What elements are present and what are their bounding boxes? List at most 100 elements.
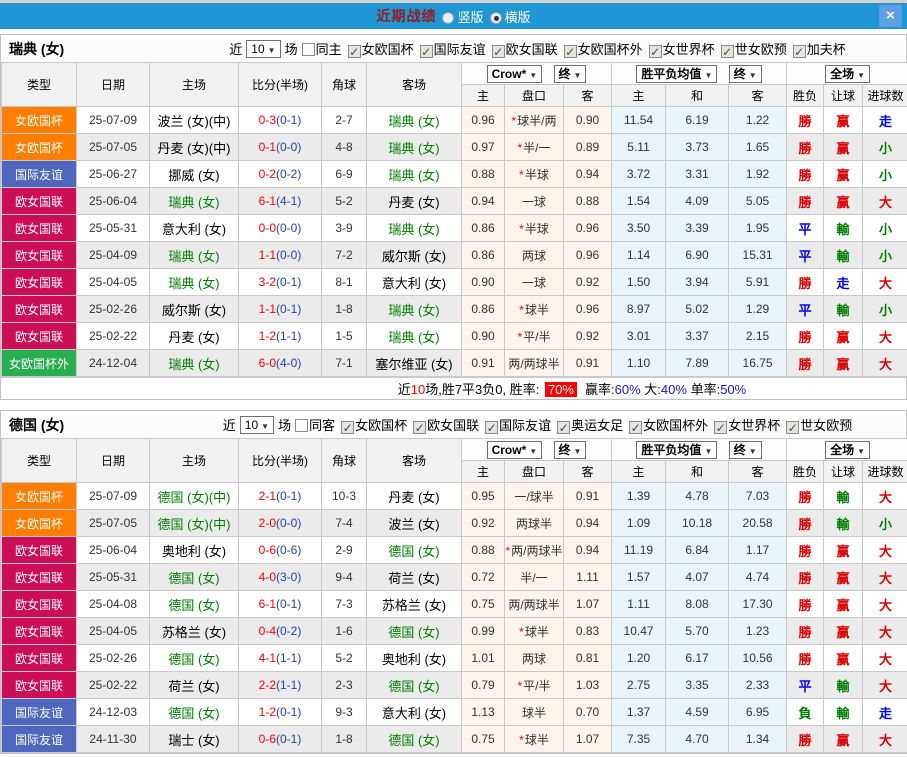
- handicap-away-odds: 0.96: [562, 214, 613, 242]
- home-team-link[interactable]: 德国 (女): [149, 563, 239, 591]
- home-team-link[interactable]: 波兰 (女)(中): [149, 106, 239, 134]
- match-date: 25-02-22: [76, 322, 150, 350]
- layout-option-vertical[interactable]: 竖版: [436, 7, 484, 26]
- away-team-link[interactable]: 丹麦 (女): [366, 187, 462, 215]
- result-handicap: 赢: [823, 160, 864, 188]
- bookmaker-select[interactable]: Crow* ▼: [486, 64, 543, 83]
- score-link[interactable]: 2-1(0-1): [238, 482, 322, 510]
- competition-filter-checkbox[interactable]: ✓ 女世界杯: [645, 42, 715, 58]
- score-link[interactable]: 1-1(0-0): [238, 241, 322, 269]
- away-team-link[interactable]: 瑞典 (女): [366, 322, 462, 350]
- score-link[interactable]: 1-2(1-1): [238, 322, 322, 350]
- away-team-link[interactable]: 德国 (女): [366, 671, 462, 699]
- result-goals: 大: [862, 536, 907, 564]
- away-team-link[interactable]: 意大利 (女): [366, 698, 462, 726]
- match-count-select[interactable]: 10 ▼: [239, 415, 275, 434]
- home-team-link[interactable]: 瑞典 (女): [149, 349, 239, 377]
- away-team-link[interactable]: 德国 (女): [366, 536, 462, 564]
- score-link[interactable]: 1-1(0-1): [238, 295, 322, 323]
- away-team-link[interactable]: 威尔斯 (女): [366, 241, 462, 269]
- score-link[interactable]: 0-3(0-1): [238, 106, 322, 134]
- competition-filter-checkbox[interactable]: ✓ 奥运女足: [553, 418, 623, 434]
- away-team-link[interactable]: 德国 (女): [366, 617, 462, 645]
- score-link[interactable]: 0-1(0-0): [238, 133, 322, 161]
- score-link[interactable]: 2-0(0-0): [238, 509, 322, 537]
- score-link[interactable]: 0-2(0-2): [238, 160, 322, 188]
- result-handicap: 赢: [823, 133, 864, 161]
- same-side-checkbox[interactable]: 同主: [298, 39, 342, 58]
- competition-filter-checkbox[interactable]: ✓ 欧女国联: [488, 42, 558, 58]
- home-team-link[interactable]: 瑞典 (女): [149, 268, 239, 296]
- final-odds-select[interactable]: 终 ▼: [553, 64, 587, 83]
- home-team-link[interactable]: 德国 (女)(中): [149, 509, 239, 537]
- home-team-link[interactable]: 德国 (女)(中): [149, 482, 239, 510]
- away-team-link[interactable]: 瑞典 (女): [366, 214, 462, 242]
- away-team-link[interactable]: 塞尔维亚 (女): [366, 349, 462, 377]
- away-team-link[interactable]: 丹麦 (女): [366, 482, 462, 510]
- away-team-link[interactable]: 意大利 (女): [366, 268, 462, 296]
- fulltime-score: 6-0: [258, 356, 276, 370]
- competition-filter-checkbox[interactable]: ✓ 女世界杯: [710, 418, 780, 434]
- away-team-link[interactable]: 瑞典 (女): [366, 106, 462, 134]
- fullmatch-select[interactable]: 全场 ▼: [825, 440, 871, 459]
- away-team-link[interactable]: 德国 (女): [366, 725, 462, 753]
- match-count-select[interactable]: 10 ▼: [246, 39, 281, 58]
- competition-filter-checkbox[interactable]: ✓ 世女欧预: [717, 42, 787, 58]
- away-team-link[interactable]: 荷兰 (女): [366, 563, 462, 591]
- fullmatch-select[interactable]: 全场 ▼: [825, 64, 871, 83]
- home-team-link[interactable]: 德国 (女): [149, 590, 239, 618]
- final-odds-select[interactable]: 终 ▼: [553, 440, 587, 459]
- away-team-link[interactable]: 苏格兰 (女): [366, 590, 462, 618]
- score-link[interactable]: 0-6(0-1): [238, 725, 322, 753]
- score-link[interactable]: 6-1(0-1): [238, 590, 322, 618]
- home-team-link[interactable]: 荷兰 (女): [149, 671, 239, 699]
- home-team-link[interactable]: 丹麦 (女)(中): [149, 133, 239, 161]
- home-team-link[interactable]: 瑞典 (女): [149, 241, 239, 269]
- home-team-link[interactable]: 德国 (女): [149, 698, 239, 726]
- competition-filter-checkbox[interactable]: ✓ 女欧国杯: [337, 418, 407, 434]
- final-avg-select[interactable]: 终 ▼: [728, 440, 762, 459]
- home-team-link[interactable]: 苏格兰 (女): [149, 617, 239, 645]
- final-avg-select[interactable]: 终 ▼: [728, 64, 762, 83]
- score-link[interactable]: 3-2(0-1): [238, 268, 322, 296]
- away-team-link[interactable]: 波兰 (女): [366, 509, 462, 537]
- competition-filter-checkbox[interactable]: ✓ 欧女国联: [409, 418, 479, 434]
- away-team-link[interactable]: 瑞典 (女): [366, 133, 462, 161]
- avg-odds-select[interactable]: 胜平负均值 ▼: [636, 64, 718, 83]
- handicap-line: *半/一: [504, 133, 564, 161]
- score-link[interactable]: 6-1(4-1): [238, 187, 322, 215]
- score-link[interactable]: 1-2(0-1): [238, 698, 322, 726]
- home-team-link[interactable]: 奥地利 (女): [149, 536, 239, 564]
- home-team-link[interactable]: 瑞典 (女): [149, 187, 239, 215]
- avg-odds-select[interactable]: 胜平负均值 ▼: [636, 440, 718, 459]
- competition-filter-checkbox[interactable]: ✓ 女欧国杯: [344, 42, 414, 58]
- competition-filter-checkbox[interactable]: ✓ 加夫杯: [789, 42, 846, 58]
- bookmaker-select[interactable]: Crow* ▼: [486, 440, 543, 459]
- score-link[interactable]: 4-1(1-1): [238, 644, 322, 672]
- score-link[interactable]: 0-4(0-2): [238, 617, 322, 645]
- home-team-link[interactable]: 意大利 (女): [149, 214, 239, 242]
- score-link[interactable]: 4-0(3-0): [238, 563, 322, 591]
- away-team-link[interactable]: 瑞典 (女): [366, 295, 462, 323]
- competition-filter-checkbox[interactable]: ✓ 女欧国杯外: [625, 418, 708, 434]
- star-mark: *: [505, 543, 511, 558]
- close-button[interactable]: ×: [879, 5, 902, 27]
- result-handicap: 輸: [823, 698, 864, 726]
- competition-filter-checkbox[interactable]: ✓ 女欧国杯外: [560, 42, 643, 58]
- competition-filter-checkbox[interactable]: ✓ 世女欧预: [782, 418, 852, 434]
- competition-filter-checkbox[interactable]: ✓ 国际友谊: [416, 42, 486, 58]
- home-team-link[interactable]: 丹麦 (女): [149, 322, 239, 350]
- home-team-link[interactable]: 瑞士 (女): [149, 725, 239, 753]
- away-team-link[interactable]: 瑞典 (女): [366, 160, 462, 188]
- same-side-checkbox[interactable]: 同客: [291, 415, 335, 434]
- home-team-link[interactable]: 德国 (女): [149, 644, 239, 672]
- score-link[interactable]: 2-2(1-1): [238, 671, 322, 699]
- home-team-link[interactable]: 威尔斯 (女): [149, 295, 239, 323]
- layout-option-horizontal[interactable]: 横版: [484, 7, 531, 26]
- away-team-link[interactable]: 奥地利 (女): [366, 644, 462, 672]
- competition-filter-checkbox[interactable]: ✓ 国际友谊: [481, 418, 551, 434]
- score-link[interactable]: 6-0(4-0): [238, 349, 322, 377]
- home-team-link[interactable]: 挪威 (女): [149, 160, 239, 188]
- score-link[interactable]: 0-6(0-6): [238, 536, 322, 564]
- score-link[interactable]: 0-0(0-0): [238, 214, 322, 242]
